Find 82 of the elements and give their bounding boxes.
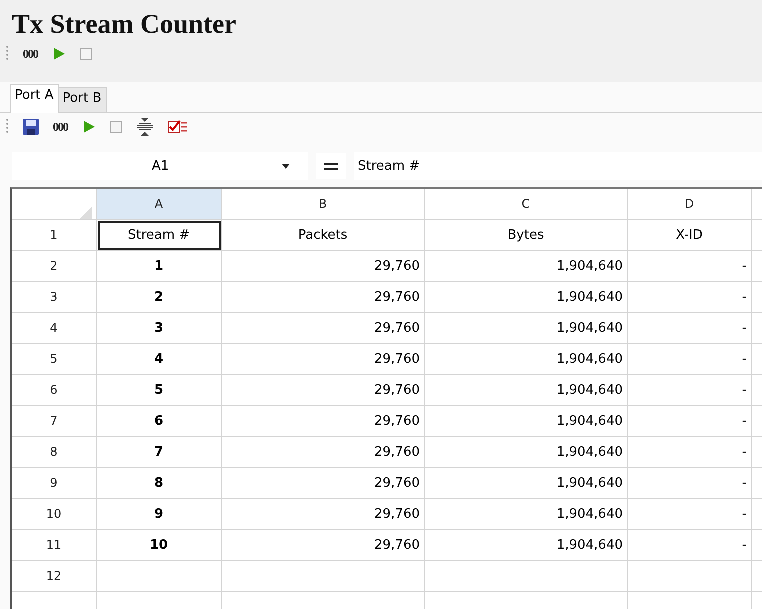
table-cell[interactable]: Stream # [97,220,222,251]
toolbar-grip[interactable] [6,45,9,63]
stop-icon[interactable] [80,48,92,60]
table-cell[interactable]: 1,904,640 [425,282,628,313]
counter-icon[interactable]: 000 [53,120,68,134]
table-cell[interactable] [425,561,628,592]
row-header[interactable]: 8 [12,437,97,468]
table-cell[interactable]: 1,904,640 [425,499,628,530]
stop-icon[interactable] [110,121,122,133]
row-header[interactable]: 11 [12,530,97,561]
table-cell[interactable]: Bytes [425,220,628,251]
formula-field[interactable]: Stream # [354,152,762,180]
toolbar-grip[interactable] [6,118,9,136]
column-header[interactable]: C [425,189,628,220]
row-header[interactable]: 2 [12,251,97,282]
table-cell[interactable]: 29,760 [222,406,425,437]
table-cell[interactable]: 1,904,640 [425,251,628,282]
table-cell[interactable]: 1,904,640 [425,468,628,499]
table-cell[interactable]: 1,904,640 [425,437,628,468]
table-cell[interactable]: 1,904,640 [425,530,628,561]
table-cell[interactable]: 29,760 [222,282,425,313]
table-cell[interactable]: 7 [97,437,222,468]
table-cell[interactable]: - [628,468,752,499]
row-header[interactable]: 9 [12,468,97,499]
table-cell[interactable]: 29,760 [222,344,425,375]
column-header[interactable]: A [97,189,222,220]
table-cell[interactable]: - [628,251,752,282]
table-cell[interactable]: - [628,437,752,468]
table-cell[interactable]: - [628,406,752,437]
table-cell[interactable]: 2 [97,282,222,313]
play-icon[interactable] [82,120,96,134]
table-cell[interactable]: 3 [97,313,222,344]
table-cell[interactable]: 8 [97,468,222,499]
table-cell[interactable]: - [628,282,752,313]
table-cell[interactable]: X-ID [628,220,752,251]
table-cell[interactable]: 10 [97,530,222,561]
checklist-icon[interactable] [168,120,188,134]
table-cell[interactable]: 29,760 [222,313,425,344]
name-box[interactable]: A1 [12,152,308,180]
vertical-spacing-icon[interactable] [136,117,154,137]
table-cell[interactable]: 29,760 [222,375,425,406]
table-cell[interactable] [628,561,752,592]
table-cell[interactable]: - [628,375,752,406]
row-header[interactable]: 7 [12,406,97,437]
tab[interactable]: Port A [10,84,59,113]
column-header[interactable]: B [222,189,425,220]
table-cell[interactable] [222,561,425,592]
play-icon[interactable] [52,47,66,61]
table-cell[interactable]: 1,904,640 [425,344,628,375]
table-cell[interactable]: 5 [97,375,222,406]
row-header[interactable]: 6 [12,375,97,406]
table-cell[interactable]: 29,760 [222,499,425,530]
table-cell[interactable]: - [628,530,752,561]
table-cell[interactable] [97,561,222,592]
row-header[interactable]: 3 [12,282,97,313]
save-icon[interactable] [23,119,39,135]
table-cell[interactable]: 1,904,640 [425,406,628,437]
table-cell[interactable]: 29,760 [222,468,425,499]
table-cell[interactable]: 1,904,640 [425,375,628,406]
row-header[interactable]: 1 [12,220,97,251]
row-header[interactable]: 10 [12,499,97,530]
table-cell[interactable]: 6 [97,406,222,437]
table-cell[interactable]: 9 [97,499,222,530]
row-header[interactable]: 5 [12,344,97,375]
table-cell[interactable]: 29,760 [222,530,425,561]
counter-icon[interactable]: 000 [23,46,38,62]
table-cell[interactable]: 29,760 [222,251,425,282]
table-cell[interactable]: - [628,313,752,344]
table-cell[interactable]: 1 [97,251,222,282]
dropdown-caret-icon[interactable] [282,164,290,168]
table-cell[interactable]: - [628,344,752,375]
table-cell[interactable]: - [628,499,752,530]
equals-icon [324,162,338,170]
table-cell[interactable]: 29,760 [222,437,425,468]
row-header[interactable]: 4 [12,313,97,344]
table-cell[interactable]: 1,904,640 [425,313,628,344]
tab[interactable]: Port B [58,87,107,112]
column-header[interactable]: D [628,189,752,220]
cell-reference: A1 [152,158,170,174]
table-cell[interactable]: 4 [97,344,222,375]
row-header[interactable]: 12 [12,561,97,592]
table-cell[interactable]: Packets [222,220,425,251]
